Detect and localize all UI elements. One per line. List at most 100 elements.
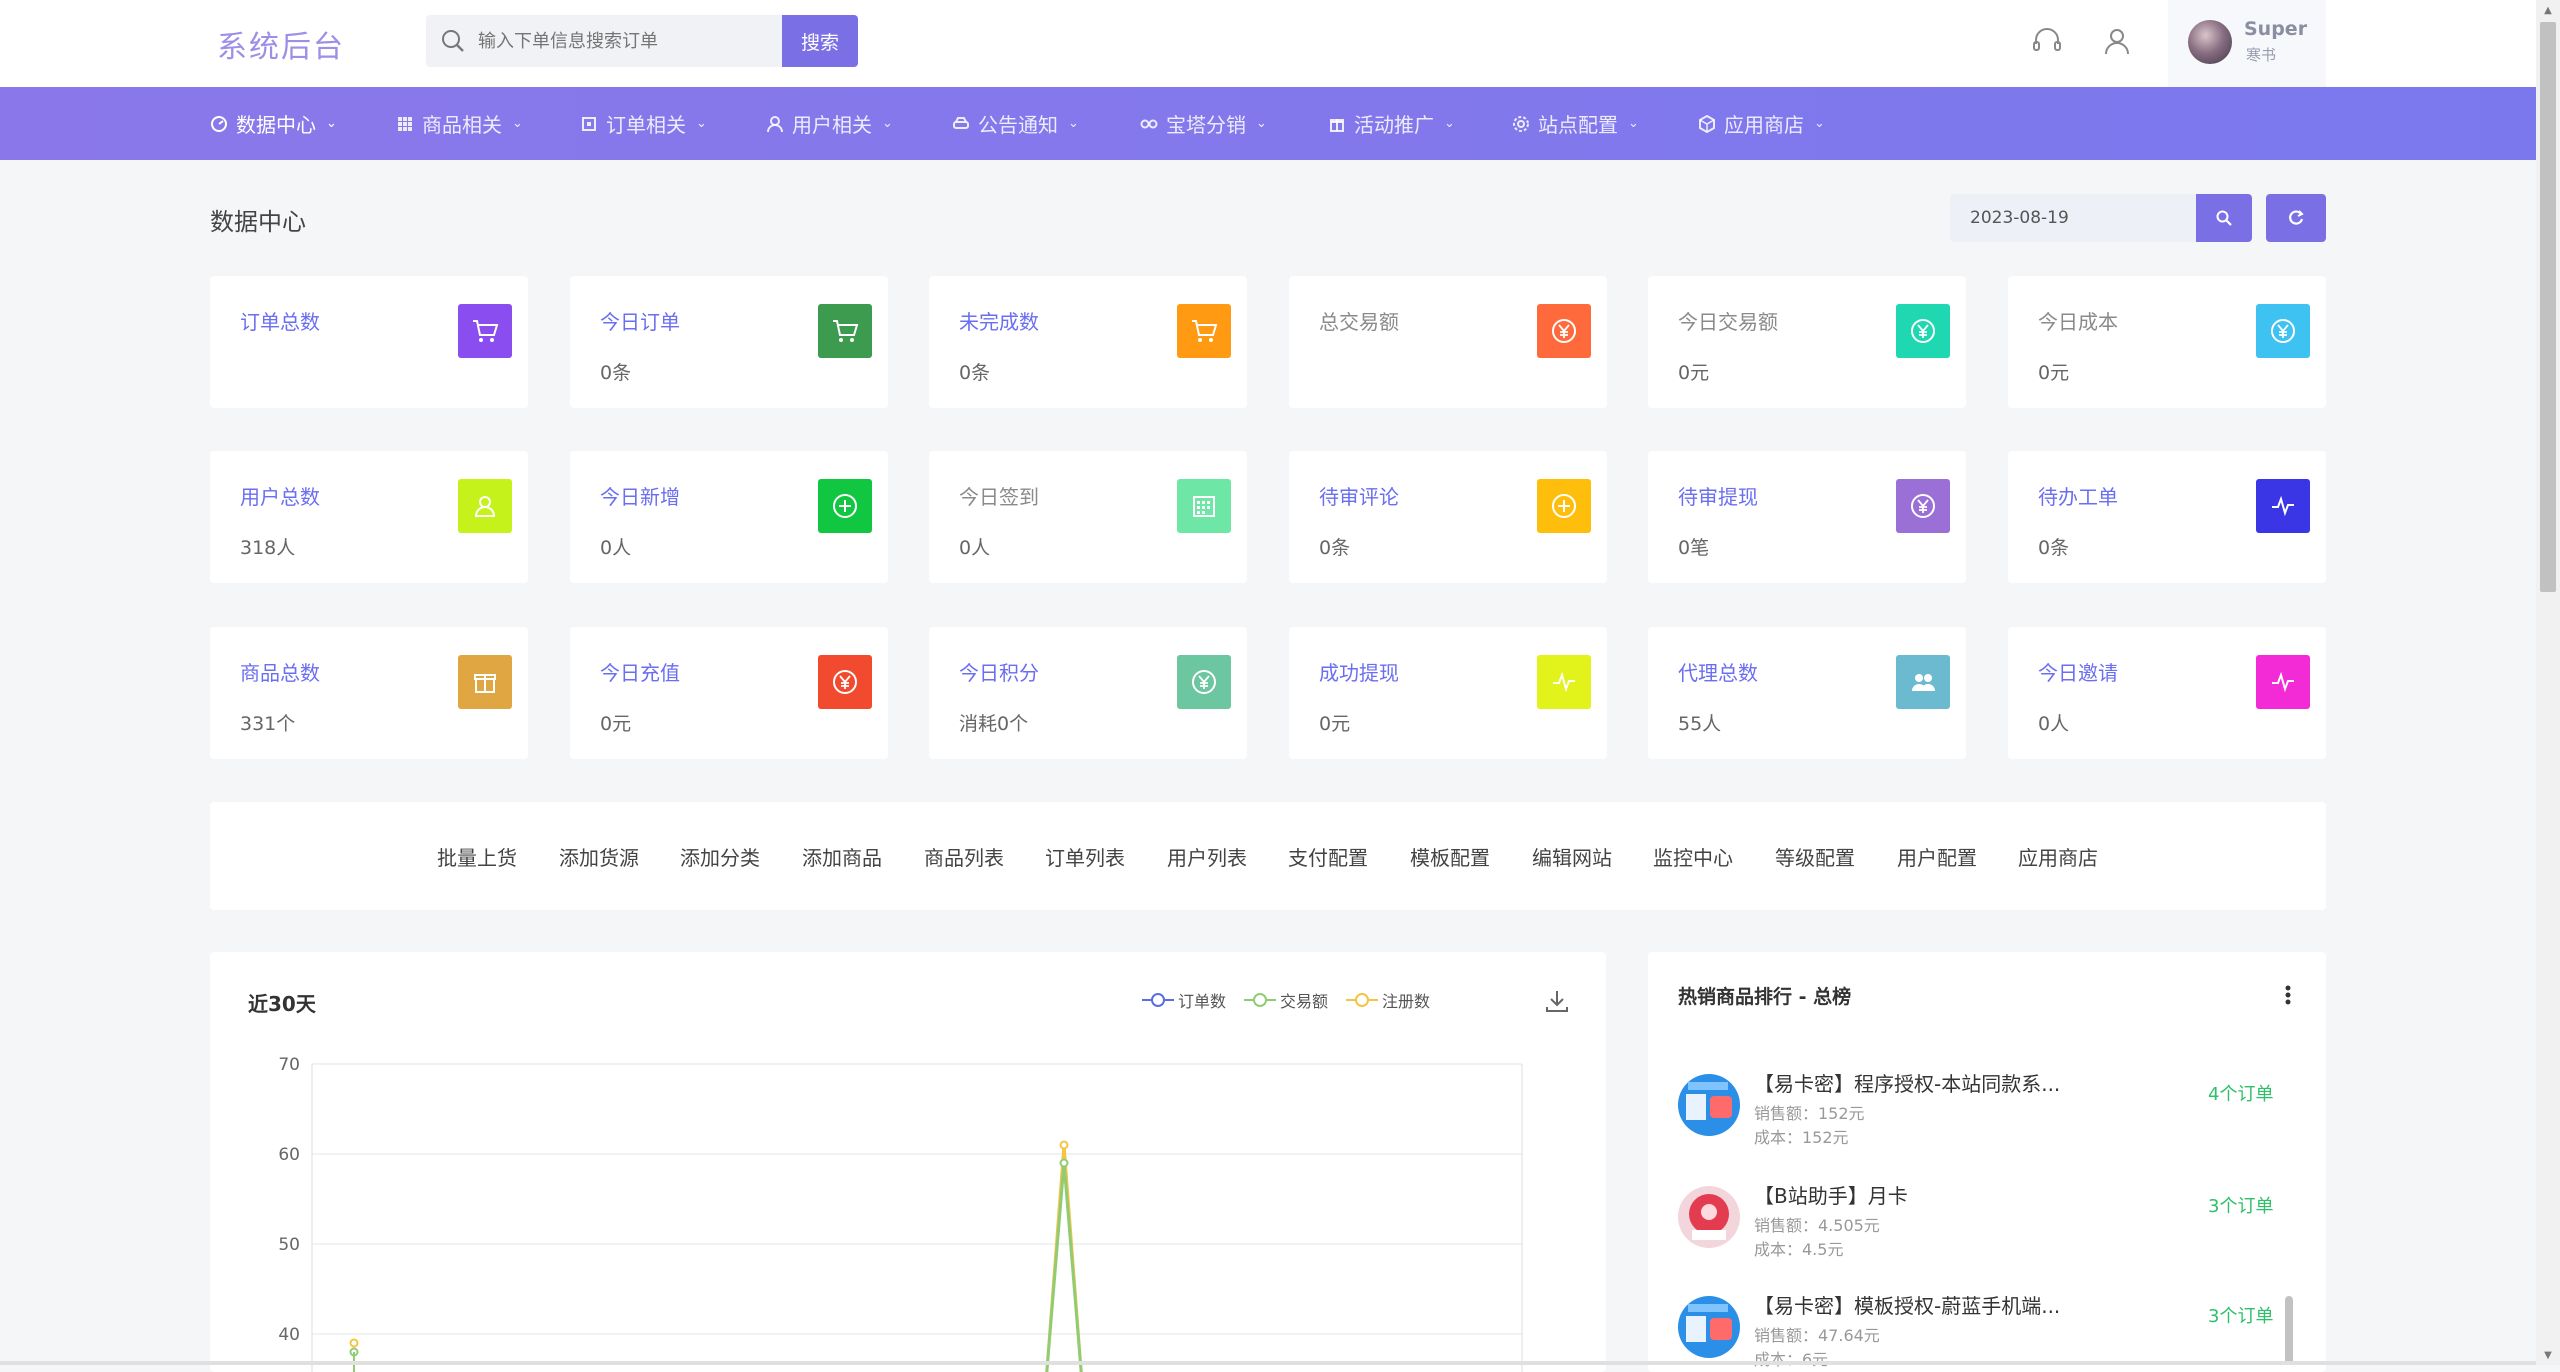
quick-link-app-store[interactable]: 应用商店 <box>2018 842 2098 871</box>
nav-label: 商品相关 <box>422 113 502 137</box>
quick-link-edit-site[interactable]: 编辑网站 <box>1532 842 1612 871</box>
nav-orders[interactable]: 订单相关 ⌄ <box>580 87 707 160</box>
more-vertical-icon[interactable] <box>2278 980 2298 1010</box>
ranking-item[interactable]: 【易卡密】模板授权-蔚蓝手机端... 销售额：47.64元 成本：6元 3个订单 <box>1678 1286 2298 1372</box>
card-value: 0元 <box>1319 713 1351 735</box>
card-icon-box <box>1537 479 1591 533</box>
stat-card-total-users[interactable]: 用户总数 318人 <box>210 451 528 583</box>
trend-chart-panel: 近30天 订单数 交易额 注册数 70 60 50 40 <box>210 952 1606 1372</box>
card-icon-box <box>2256 479 2310 533</box>
quick-link-bulk-upload[interactable]: 批量上货 <box>437 842 517 871</box>
stat-card-total-turnover[interactable]: 总交易额 <box>1289 276 1607 408</box>
card-label: 用户总数 <box>240 485 320 509</box>
nav-dashboard[interactable]: 数据中心 ⌄ <box>210 87 337 160</box>
card-value: 消耗0个 <box>959 713 1029 735</box>
card-icon-box <box>1537 655 1591 709</box>
user-menu[interactable]: Super 寒书 <box>2168 0 2326 87</box>
card-value: 318人 <box>240 537 296 559</box>
card-icon-box <box>1896 479 1950 533</box>
stat-card-successful-withdrawals[interactable]: 成功提现 0元 <box>1289 627 1607 759</box>
nav-distribution[interactable]: 宝塔分销 ⌄ <box>1140 87 1267 160</box>
card-label: 今日订单 <box>600 310 680 334</box>
nav-products[interactable]: 商品相关 ⌄ <box>396 87 523 160</box>
nav-users[interactable]: 用户相关 ⌄ <box>766 87 893 160</box>
stat-card-pending-comments[interactable]: 待审评论 0条 <box>1289 451 1607 583</box>
stat-card-today-turnover[interactable]: 今日交易额 0元 <box>1648 276 1966 408</box>
product-orders: 3个订单 <box>2208 1196 2274 1217</box>
avatar <box>2188 20 2232 64</box>
user-icon <box>474 496 496 517</box>
search-input[interactable] <box>476 29 776 53</box>
card-label: 今日交易额 <box>1678 310 1778 334</box>
search-field[interactable] <box>426 15 782 67</box>
quick-link-user-list[interactable]: 用户列表 <box>1167 842 1247 871</box>
ranking-item[interactable]: 【易卡密】程序授权-本站同款系... 销售额：152元 成本：152元 4个订单 <box>1678 1064 2298 1164</box>
card-icon-box <box>818 655 872 709</box>
cart-icon <box>833 320 859 342</box>
nav-label: 公告通知 <box>978 113 1058 137</box>
series-line <box>1045 1162 1083 1372</box>
nav-label: 数据中心 <box>236 113 316 137</box>
card-icon-box <box>1537 304 1591 358</box>
stat-card-pending-withdrawals[interactable]: 待审提现 0笔 <box>1648 451 1966 583</box>
scroll-up-arrow[interactable]: ▲ <box>2536 0 2560 20</box>
yen-icon <box>1911 319 1935 343</box>
quick-link-add-category[interactable]: 添加分类 <box>680 842 760 871</box>
card-icon-box <box>1177 655 1231 709</box>
nav-site-settings[interactable]: 站点配置 ⌄ <box>1512 87 1639 160</box>
quick-link-add-source[interactable]: 添加货源 <box>559 842 639 871</box>
nav-notices[interactable]: 公告通知 ⌄ <box>952 87 1079 160</box>
stat-card-today-invites[interactable]: 今日邀请 0人 <box>2008 627 2326 759</box>
card-label: 待办工单 <box>2038 485 2118 509</box>
quick-link-template-config[interactable]: 模板配置 <box>1410 842 1490 871</box>
date-search-button[interactable] <box>2196 194 2252 242</box>
quick-link-order-list[interactable]: 订单列表 <box>1045 842 1125 871</box>
quick-link-user-config[interactable]: 用户配置 <box>1897 842 1977 871</box>
chevron-down-icon: ⌄ <box>1814 116 1825 131</box>
user-icon <box>767 115 783 132</box>
ranking-item[interactable]: 【B站助手】月卡 销售额：4.505元 成本：4.5元 3个订单 <box>1678 1176 2298 1276</box>
nav-app-store[interactable]: 应用商店 ⌄ <box>1698 87 1825 160</box>
quick-link-monitor[interactable]: 监控中心 <box>1653 842 1733 871</box>
ranking-scrollbar[interactable] <box>2285 1296 2293 1365</box>
gift-icon <box>474 674 496 693</box>
stat-card-today-checkin[interactable]: 今日签到 0人 <box>929 451 1247 583</box>
stat-card-total-products[interactable]: 商品总数 331个 <box>210 627 528 759</box>
card-value: 0人 <box>959 537 991 559</box>
card-label: 代理总数 <box>1678 661 1758 685</box>
nav-promotions[interactable]: 活动推广 ⌄ <box>1328 87 1455 160</box>
chevron-down-icon: ⌄ <box>696 116 707 131</box>
stat-card-today-recharge[interactable]: 今日充值 0元 <box>570 627 888 759</box>
stat-card-today-orders[interactable]: 今日订单 0条 <box>570 276 888 408</box>
headset-icon[interactable] <box>2030 24 2064 58</box>
profile-icon[interactable] <box>2100 24 2134 58</box>
stat-card-pending-tickets[interactable]: 待办工单 0条 <box>2008 451 2326 583</box>
page-title: 数据中心 <box>210 208 306 236</box>
page-scrollbar[interactable]: ▲ ▼ <box>2536 0 2560 1365</box>
stat-card-today-new[interactable]: 今日新增 0人 <box>570 451 888 583</box>
quick-link-level-config[interactable]: 等级配置 <box>1775 842 1855 871</box>
stat-card-total-orders[interactable]: 订单总数 <box>210 276 528 408</box>
search-button[interactable]: 搜索 <box>782 15 858 67</box>
app-logo[interactable]: 系统后台 <box>217 22 345 66</box>
stat-card-incomplete[interactable]: 未完成数 0条 <box>929 276 1247 408</box>
scroll-down-arrow[interactable]: ▼ <box>2536 1345 2560 1365</box>
stat-card-today-cost[interactable]: 今日成本 0元 <box>2008 276 2326 408</box>
plus-icon <box>1552 494 1576 518</box>
box-icon <box>1699 114 1715 133</box>
quick-link-payment-config[interactable]: 支付配置 <box>1288 842 1368 871</box>
nav-label: 订单相关 <box>606 113 686 137</box>
quick-link-add-product[interactable]: 添加商品 <box>802 842 882 871</box>
plus-icon <box>833 494 857 518</box>
date-picker[interactable]: 2023-08-19 <box>1950 194 2196 242</box>
search-icon <box>2216 210 2232 226</box>
stat-card-total-agents[interactable]: 代理总数 55人 <box>1648 627 1966 759</box>
stat-card-today-points[interactable]: 今日积分 消耗0个 <box>929 627 1247 759</box>
refresh-button[interactable] <box>2266 194 2326 242</box>
chevron-down-icon: ⌄ <box>1628 116 1639 131</box>
ranking-title: 热销商品排行 - 总榜 <box>1678 986 1852 1008</box>
card-value: 331个 <box>240 713 296 735</box>
scrollbar-thumb[interactable] <box>2540 22 2556 592</box>
quick-link-product-list[interactable]: 商品列表 <box>924 842 1004 871</box>
product-cost: 成本：4.5元 <box>1754 1240 1844 1259</box>
